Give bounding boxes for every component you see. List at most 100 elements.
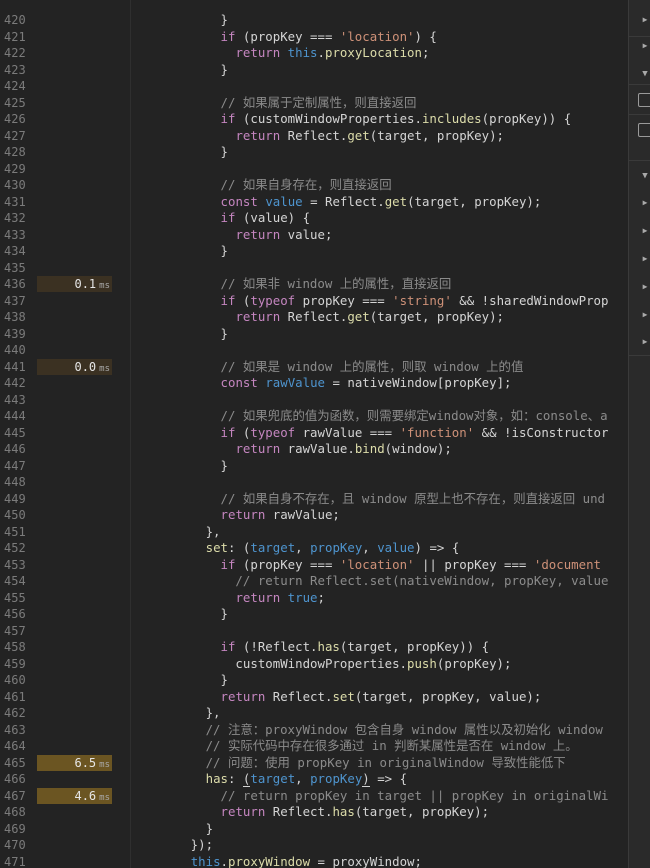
code-token: = Reflect. — [302, 193, 385, 209]
code-line[interactable]: return Reflect.has(target, propKey); — [131, 804, 490, 821]
code-token: includes — [421, 111, 482, 126]
gutter-line: 431 — [0, 194, 130, 211]
code-line[interactable]: }); — [131, 837, 213, 854]
code-line[interactable]: if (customWindowProperties.includes(prop… — [131, 111, 572, 128]
gutter-line: 429 — [0, 161, 130, 178]
code-line[interactable]: if (typeof propKey === 'string' && !shar… — [131, 292, 609, 310]
code-line[interactable]: // return Reflect.set(nativeWindow, prop… — [131, 573, 608, 590]
code-line[interactable]: return true; — [131, 590, 325, 607]
code-line[interactable]: } — [131, 243, 228, 260]
code-line[interactable]: } — [131, 821, 213, 838]
code-token: // 如果自身存在，则直接返回 — [131, 177, 392, 192]
expand-arrow-icon[interactable]: ▶ — [639, 280, 650, 294]
code-line[interactable]: if (!Reflect.has(target, propKey)) { — [131, 639, 490, 656]
line-number: 439 — [4, 326, 26, 341]
code-line[interactable]: } — [131, 12, 228, 29]
code-line[interactable]: return this.proxyLocation; — [131, 45, 429, 62]
code-area[interactable]: } if (propKey === 'location') { return t… — [131, 0, 628, 868]
gutter-line: 464 — [0, 738, 130, 755]
code-line[interactable]: } — [131, 672, 228, 689]
code-line[interactable]: } — [131, 606, 228, 623]
code-line[interactable]: } — [131, 326, 228, 343]
code-line[interactable]: customWindowProperties.push(propKey); — [131, 656, 511, 673]
code-line[interactable]: // 如果自身存在，则直接返回 — [131, 177, 392, 194]
code-token: customWindowProperties. — [131, 655, 408, 671]
code-line[interactable]: // 如果属于定制属性，则直接返回 — [131, 95, 417, 112]
code-line[interactable]: set: (target, propKey, value) => { — [131, 540, 460, 557]
code-token: return — [235, 309, 281, 324]
code-line[interactable]: return rawValue; — [131, 507, 340, 524]
code-line[interactable]: }, — [131, 524, 221, 541]
code-line[interactable]: // 问题：使用 propKey in originalWindow 导致性能低… — [131, 755, 566, 772]
code-line[interactable]: // 如果兜底的值为函数，则需要绑定window对象，如：console、a — [131, 408, 608, 425]
code-line[interactable]: has: (target, propKey) => { — [131, 771, 407, 788]
code-token: if — [220, 424, 236, 440]
code-line[interactable]: if (typeof rawValue === 'function' && !i… — [131, 424, 609, 442]
code-line[interactable]: if (propKey === 'location' || propKey ==… — [131, 557, 601, 574]
code-line[interactable]: // 如果是 window 上的属性，则取 window 上的值 — [131, 359, 524, 376]
collapse-arrow-icon[interactable]: ▼ — [639, 67, 650, 81]
checkbox[interactable] — [638, 123, 650, 137]
expand-arrow-icon[interactable]: ▶ — [639, 308, 650, 322]
line-gutter: 420 421 422 423 424 425 426 427 428 429 430 431 432 4… — [0, 0, 131, 868]
code-token: value — [377, 540, 415, 555]
code-line[interactable]: // 如果自身不存在，且 window 原型上也不存在，则直接返回 und — [131, 491, 606, 508]
code-line[interactable]: } — [131, 144, 228, 161]
gutter-line: 467 4.6 ms — [0, 787, 130, 805]
code-line[interactable]: } — [131, 62, 228, 79]
code-token: proxyLocation — [324, 45, 422, 60]
perf-timing-badge: 0.1 ms — [37, 276, 112, 292]
expand-arrow-icon[interactable]: ▶ — [639, 196, 650, 210]
gutter-line: 463 — [0, 722, 130, 739]
timing-value: 4.6 — [74, 788, 97, 803]
expand-arrow-icon[interactable]: ▶ — [639, 224, 650, 238]
code-token: return — [235, 589, 281, 605]
collapse-arrow-icon[interactable]: ▼ — [639, 169, 650, 183]
code-token: ) { — [414, 28, 437, 44]
gutter-line: 440 — [0, 342, 130, 359]
code-line[interactable]: if (propKey === 'location') { — [131, 29, 437, 46]
code-editor[interactable]: 420 421 422 423 424 425 426 427 428 429 430 431 432 4… — [0, 0, 650, 868]
expand-arrow-icon[interactable]: ▶ — [639, 13, 650, 27]
code-token: (propKey === — [235, 28, 340, 44]
code-token: ; — [421, 45, 430, 60]
code-line[interactable]: // 实际代码中存在很多通过 in 判断某属性是否在 window 上。 — [131, 738, 578, 755]
code-line[interactable]: const value = Reflect.get(target, propKe… — [131, 193, 542, 211]
code-token: 'document — [533, 556, 601, 572]
code-token: } — [131, 457, 228, 473]
code-line[interactable]: const rawValue = nativeWindow[propKey]; — [131, 375, 512, 392]
code-line[interactable]: // return propKey in target || propKey i… — [131, 788, 609, 805]
code-line[interactable]: } — [131, 458, 228, 475]
code-token: (window); — [384, 441, 452, 456]
code-line[interactable]: return Reflect.set(target, propKey, valu… — [131, 689, 542, 706]
code-line[interactable]: return Reflect.get(target, propKey); — [131, 128, 504, 145]
code-token: . — [317, 45, 325, 60]
gutter-line: 432 — [0, 210, 130, 227]
code-line[interactable]: this.proxyWindow = proxyWindow; — [131, 854, 422, 868]
code-line[interactable]: return rawValue.bind(window); — [131, 441, 452, 458]
line-number: 467 — [4, 788, 26, 803]
code-token: (customWindowProperties. — [235, 111, 422, 126]
expand-arrow-icon[interactable]: ▶ — [639, 39, 650, 53]
code-line[interactable]: }, — [131, 705, 221, 722]
code-line[interactable]: return Reflect.get(target, propKey); — [131, 309, 504, 326]
line-number: 459 — [4, 656, 26, 671]
code-token: propKey === — [295, 292, 393, 308]
code-token: return — [235, 127, 281, 143]
perf-timing-badge: 4.6 ms — [37, 787, 112, 804]
expand-arrow-icon[interactable]: ▶ — [639, 252, 650, 266]
line-number: 426 — [4, 112, 26, 126]
checkbox[interactable] — [638, 93, 650, 107]
code-line[interactable]: if (value) { — [131, 210, 311, 227]
code-line[interactable]: // 注意：proxyWindow 包含自身 window 属性以及初始化 wi… — [131, 722, 603, 739]
code-line[interactable]: // 如果非 window 上的属性，直接返回 — [131, 276, 452, 293]
code-line[interactable]: return value; — [131, 227, 332, 244]
gutter-line: 459 — [0, 656, 130, 673]
gutter-line: 448 — [0, 474, 130, 491]
expand-arrow-icon[interactable]: ▶ — [639, 335, 650, 349]
code-token: , — [362, 540, 378, 555]
code-token: ; — [317, 589, 325, 605]
line-number: 427 — [4, 128, 26, 143]
